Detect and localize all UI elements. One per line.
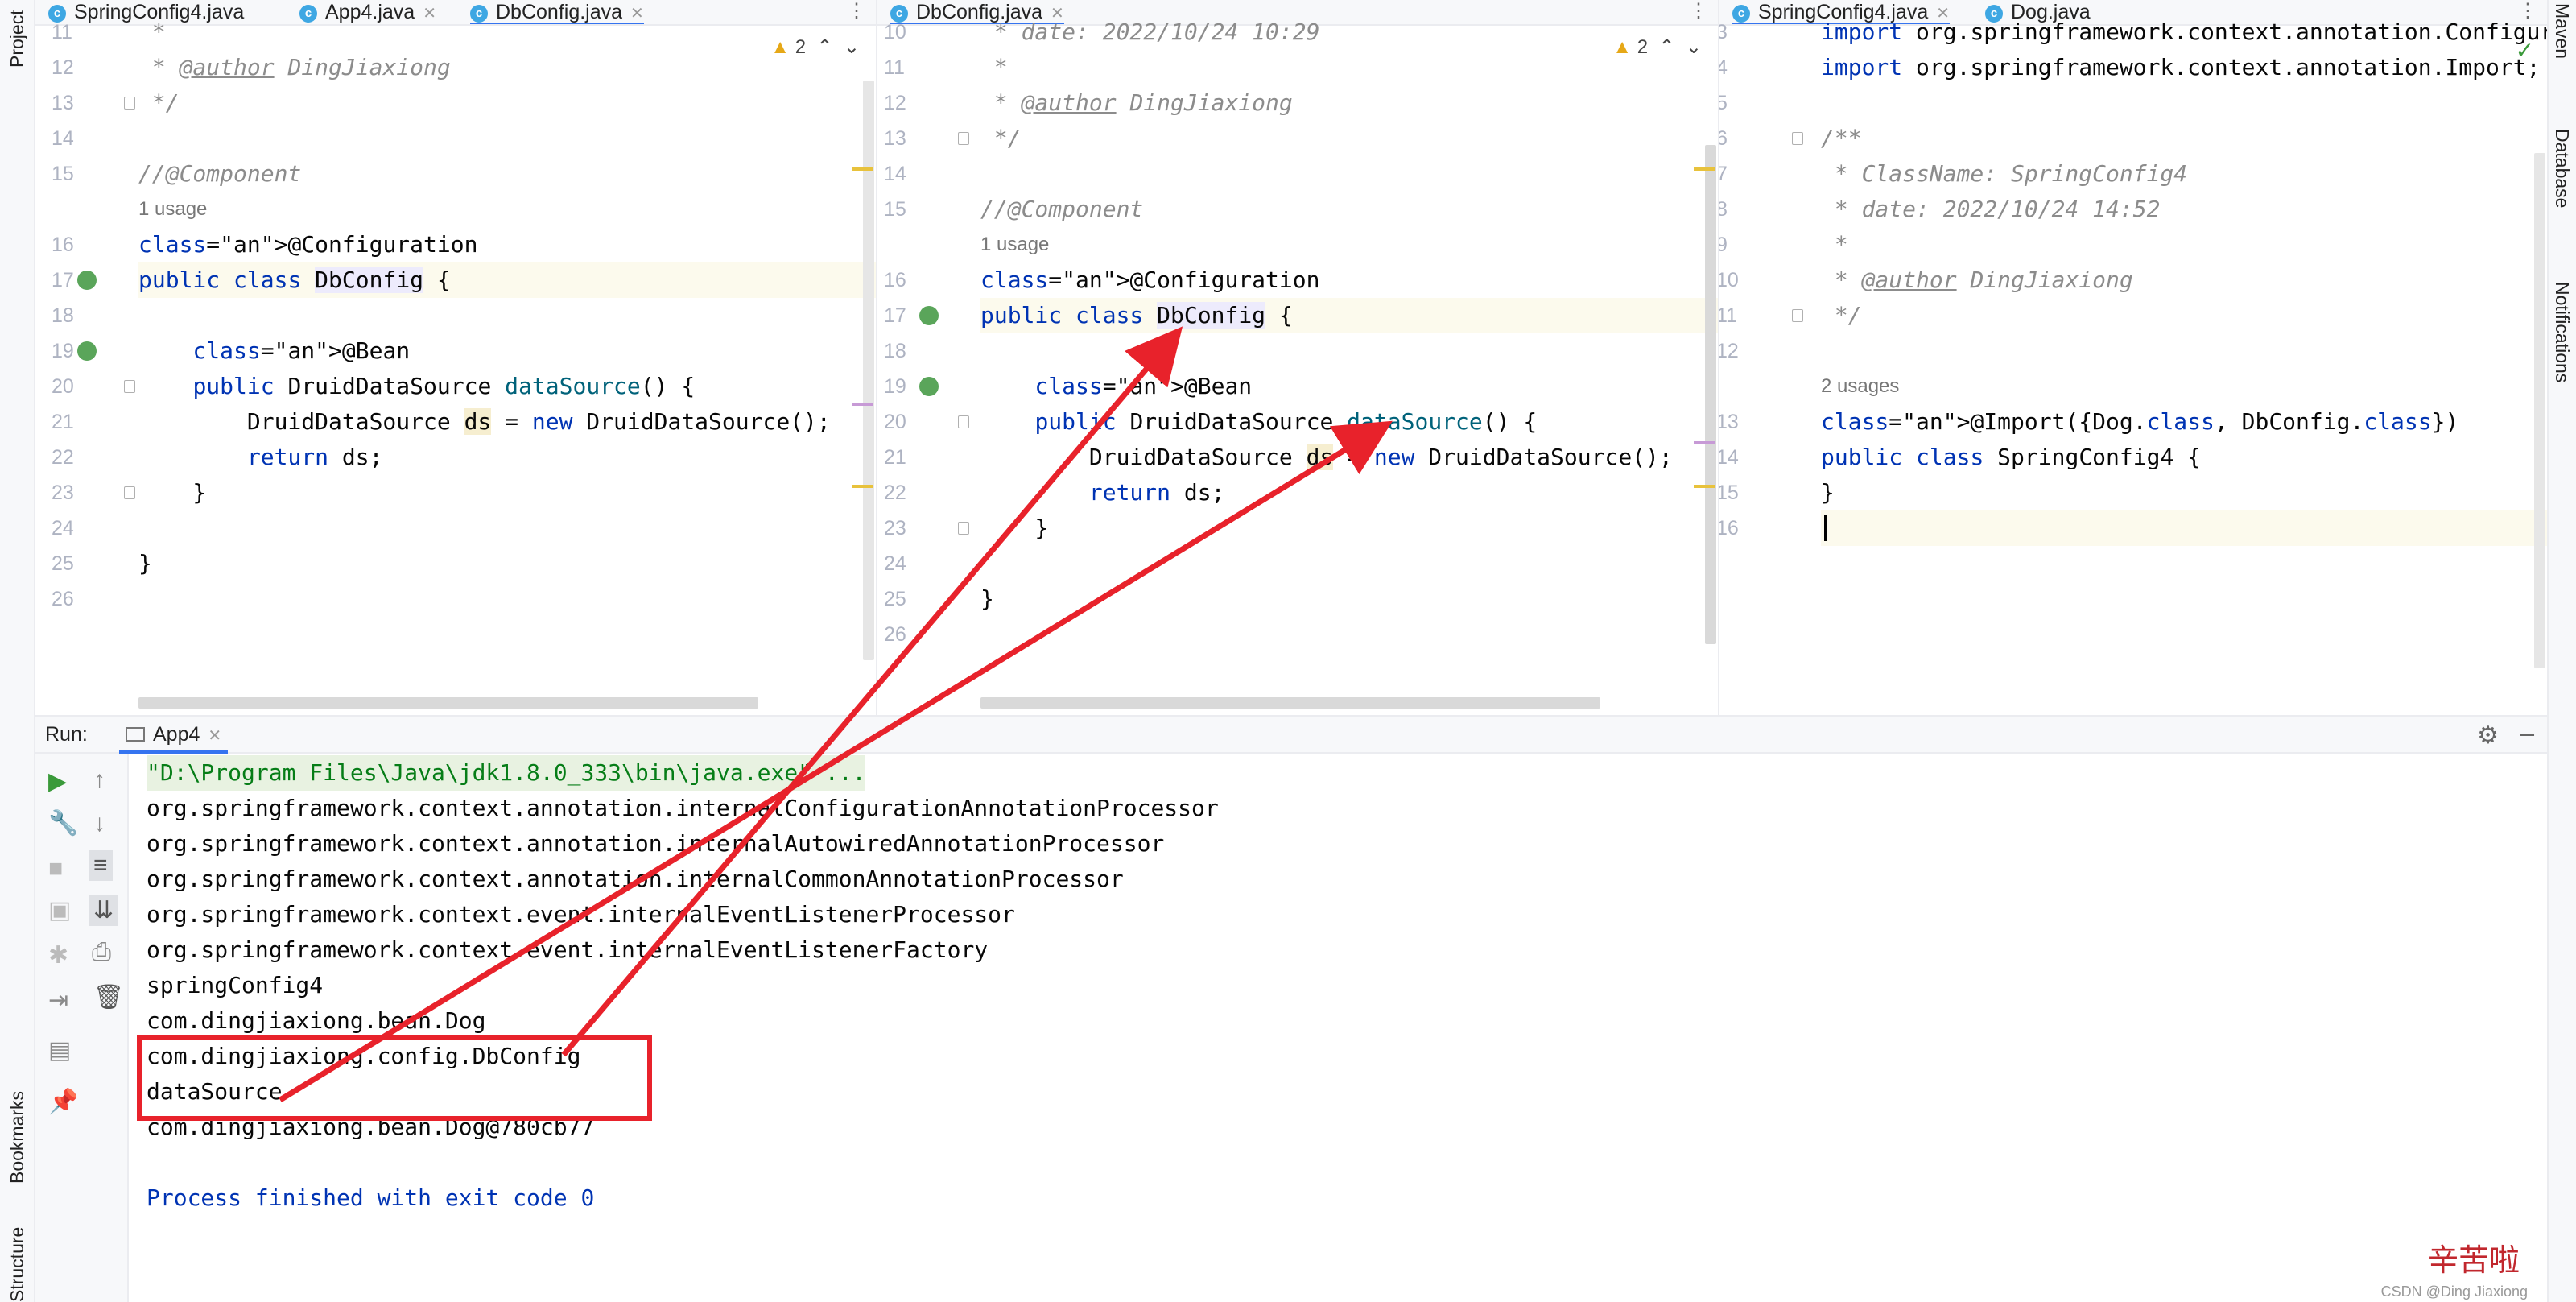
watermark-credit: CSDN @Ding Jiaxiong [2380,1283,2528,1300]
ide-window: Project Bookmarks Structure Maven Databa… [0,0,2576,1302]
watermark-text: 辛苦啦 [2427,1244,2520,1278]
arrow-to-dbconfig [561,326,1183,1057]
arrow-to-datasource [279,420,1393,1102]
annotation-arrows [279,326,1393,1102]
